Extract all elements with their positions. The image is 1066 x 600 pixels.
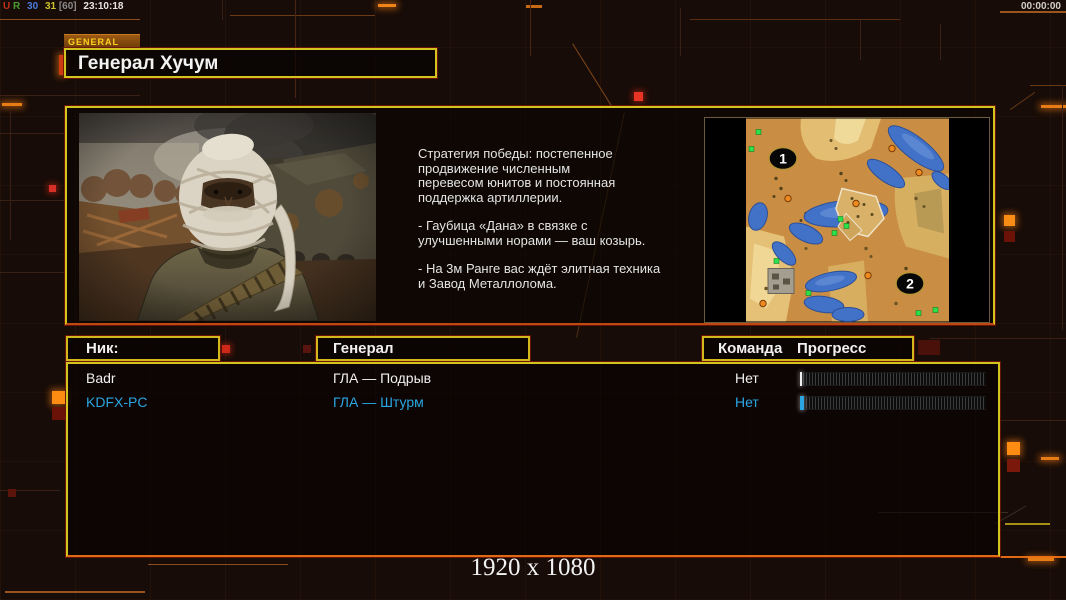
circuit-line (690, 19, 900, 20)
circuit-line (230, 15, 375, 16)
column-header-team: Команда (718, 340, 782, 357)
circuit-square (1007, 459, 1020, 472)
player-row: KDFX-PC ГЛА — Штурм Нет (68, 391, 998, 415)
circuit-square (49, 185, 56, 192)
circuit-line (940, 24, 941, 60)
column-header-team-progress: Команда Прогресс (702, 336, 914, 361)
player-nick: Badr (86, 370, 116, 386)
progress-bar (800, 396, 986, 410)
circuit-square (52, 391, 65, 404)
circuit-line (5, 591, 145, 593)
circuit-line (0, 272, 66, 273)
circuit-line (10, 110, 11, 240)
strategy-paragraph: - На 3м Ранге вас ждёт элитная техника и… (418, 262, 708, 291)
player-nick: KDFX-PC (86, 394, 147, 410)
minimap-panel: 1 2 (704, 117, 990, 323)
circuit-line (930, 338, 1066, 339)
stat-segment: 31 (45, 1, 56, 12)
stat-segment: R (13, 1, 20, 12)
player-team: Нет (735, 370, 759, 386)
circuit-square (8, 489, 16, 497)
network-stats-overlay: U R 30 31 [60] 23:10:18 (3, 1, 127, 12)
circuit-line (680, 8, 681, 56)
svg-text:2: 2 (906, 276, 914, 292)
circuit-diagonal-line (1010, 92, 1035, 110)
stat-clock: 23:10:18 (83, 1, 123, 12)
column-header-general: Генерал (316, 336, 530, 361)
circuit-diagonal-line (572, 43, 613, 107)
column-header-nick: Ник: (66, 336, 220, 361)
general-tab-label: GENERAL (64, 34, 140, 48)
minimap-image: 1 2 (746, 118, 949, 322)
map-marker-2-icon: 2 (896, 273, 924, 295)
player-general: ГЛА — Штурм (333, 394, 424, 410)
strategy-paragraph: Стратегия победы: постепенное продвижени… (418, 147, 708, 205)
circuit-dash (378, 4, 396, 7)
circuit-line (0, 19, 140, 20)
circuit-square (1004, 231, 1015, 242)
circuit-line (1030, 85, 1066, 86)
circuit-line (1005, 523, 1050, 525)
player-row: Badr ГЛА — Подрыв Нет (68, 367, 998, 391)
circuit-line (1000, 420, 1066, 421)
player-team: Нет (735, 394, 759, 410)
column-header-progress: Прогресс (797, 338, 866, 359)
stat-segment: U (3, 1, 10, 12)
circuit-line (1062, 85, 1063, 330)
circuit-line (860, 20, 861, 60)
circuit-square (634, 92, 643, 101)
progress-bar-fill (800, 396, 804, 410)
circuit-dash (1041, 457, 1059, 460)
circuit-square (303, 345, 311, 353)
circuit-line (0, 95, 140, 96)
circuit-square (1007, 442, 1020, 455)
circuit-dash (526, 5, 542, 8)
circuit-square (52, 407, 65, 420)
resolution-label: 1920 x 1080 (0, 554, 1066, 582)
general-portrait (79, 113, 376, 321)
progress-bar-fill (800, 372, 802, 386)
stat-segment: 30 (27, 1, 38, 12)
map-marker-1-icon: 1 (769, 148, 797, 170)
match-timer: 00:00:00 (1021, 1, 1061, 12)
strategy-paragraph: - Гаубица «Дана» в связке с улучшенными … (418, 219, 708, 248)
circuit-square (222, 345, 230, 353)
progress-bar (800, 372, 986, 386)
circuit-line (530, 0, 531, 56)
stat-segment: [60] (59, 1, 77, 12)
circuit-square (918, 340, 940, 355)
circuit-line (222, 0, 223, 20)
loading-screen: U R 30 31 [60] 23:10:18 00:00:00 GENERAL… (0, 0, 1066, 600)
general-info-panel: Стратегия победы: постепенное продвижени… (65, 106, 995, 325)
player-general: ГЛА — Подрыв (333, 370, 431, 386)
player-list-panel: Badr ГЛА — Подрыв Нет KDFX-PC ГЛА — Штур… (66, 362, 1000, 557)
circuit-dash (2, 103, 22, 106)
svg-text:1: 1 (779, 151, 787, 167)
page-title: Генерал Хучум (64, 48, 437, 78)
strategy-description: Стратегия победы: постепенное продвижени… (418, 147, 708, 305)
circuit-square (1004, 215, 1015, 226)
general-portrait-image (79, 113, 376, 321)
